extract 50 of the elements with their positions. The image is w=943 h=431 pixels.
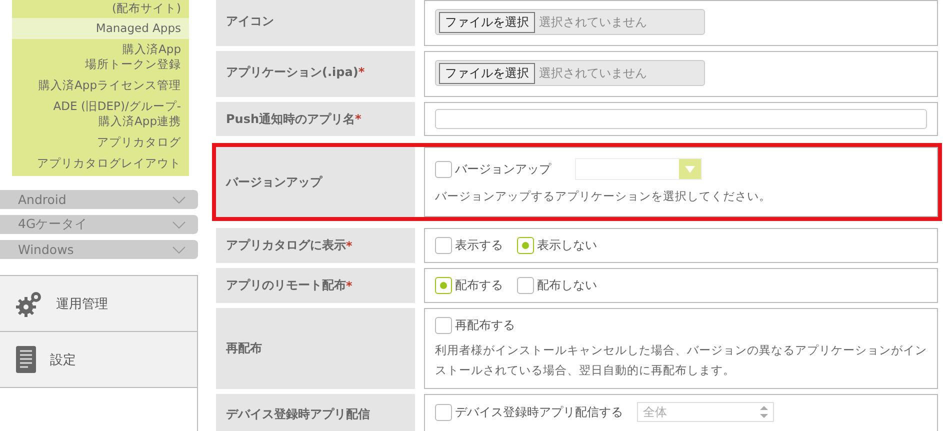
field-label: アプリのリモート配布* [216,268,415,303]
field-label: アプリカタログに表示* [216,228,415,263]
chevron-icon [172,220,186,228]
chevron-icon [172,246,186,254]
radio-option[interactable]: 配布しない [517,277,597,294]
document-icon [16,346,36,373]
nav-label: 設定 [50,352,76,368]
checkbox[interactable] [435,160,452,178]
field-label: 再配布 [216,308,415,389]
nav-item[interactable]: 設定 [0,331,197,387]
checkbox-option[interactable]: 再配布する [435,317,515,334]
dropdown-arrow-icon [685,166,695,172]
file-input[interactable]: ファイルを選択 選択されていません [435,9,705,35]
radio-button[interactable] [435,277,452,294]
menu-item[interactable]: Managed Apps [12,18,189,39]
radio-option[interactable]: 表示しない [517,237,597,254]
required-mark: * [355,112,362,126]
field-label: バージョンアップ [216,147,415,217]
menu-item[interactable]: 購入済App 場所トークン登録 [12,39,189,75]
checkbox-option[interactable]: デバイス登録時アプリ配信する [435,404,623,420]
chevron-icon [172,196,186,204]
required-mark: * [358,65,365,79]
required-mark: * [346,238,352,252]
radio-option[interactable]: 表示する [435,237,503,254]
file-input[interactable]: ファイルを選択 選択されていません [435,60,705,86]
menu-item[interactable]: アプリカタログ [12,132,189,153]
nav-item[interactable]: 運用管理 [0,275,197,331]
spinner-arrows-icon [760,405,768,419]
field-label: アイコン [216,0,415,46]
help-text: 利用者様がインストールキャンセルした場合、バージョンの異なるアプリケーションがインストールされている場合、翌日自動的に再配布します。 [435,342,927,379]
radio-button[interactable] [517,237,534,254]
menu-item[interactable]: 購入済Appライセンス管理 [12,75,189,96]
dropdown[interactable] [575,158,702,180]
checkbox[interactable] [435,404,452,420]
radio-option[interactable]: 配布する [435,277,503,294]
field-label: アプリケーション(.ipa)* [216,51,415,97]
nav-label: 運用管理 [56,296,108,312]
menu-item[interactable]: (配布サイト) [12,0,189,18]
gears-icon [16,290,42,316]
radio-button[interactable] [517,277,534,294]
field-label: デバイス登録時アプリ配信 [216,394,415,431]
field-label: Push通知時のアプリ名* [216,102,415,136]
radio-button[interactable] [435,237,452,254]
checkbox-option[interactable]: バージョンアップ [435,160,551,178]
help-text: バージョンアップするアプリケーションを選択してください。 [435,188,772,205]
text-field[interactable] [435,109,927,129]
menu-item[interactable]: アプリカタログレイアウト [12,153,189,174]
checkbox[interactable] [435,317,452,334]
required-mark: * [346,278,352,292]
menu-item[interactable]: ADE (旧DEP)/グループ- 購入済App連携 [12,96,189,132]
